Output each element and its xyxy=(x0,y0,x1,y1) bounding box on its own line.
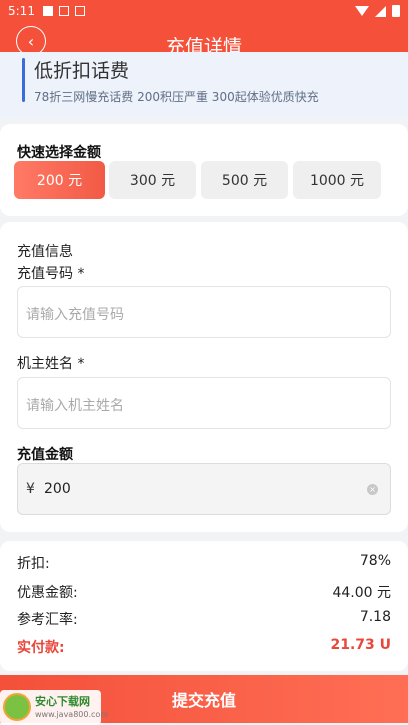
amount-option-200[interactable]: 200 元 xyxy=(14,161,105,199)
clear-icon[interactable]: × xyxy=(367,484,378,495)
watermark-text: 安心下载网 xyxy=(35,695,90,708)
recharge-amount-value: 200 xyxy=(44,481,71,497)
amount-option-1000[interactable]: 1000 元 xyxy=(293,161,381,199)
status-time: 5:11 xyxy=(8,4,35,18)
exchange-rate-row: 参考汇率: 7.18 xyxy=(17,609,391,629)
exchange-rate-label: 参考汇率: xyxy=(17,612,78,628)
nav-bar: ‹ 充值详情 xyxy=(0,22,408,58)
notification-icon xyxy=(42,6,53,16)
total-label: 实付款: xyxy=(17,640,65,656)
savings-row: 优惠金额: 44.00 元 xyxy=(17,582,391,602)
total-value: 21.73 U xyxy=(330,637,391,653)
recharge-amount-input[interactable]: ¥ 200 × xyxy=(17,463,391,515)
section-title: 充值信息 xyxy=(17,244,73,260)
summary-card: 折扣: 78% 优惠金额: 44.00 元 参考汇率: 7.18 实付款: 21… xyxy=(0,541,408,671)
watermark: 安心下载网 www.java800.com xyxy=(0,690,108,725)
total-row: 实付款: 21.73 U xyxy=(17,637,391,657)
battery-icon xyxy=(392,5,400,17)
phone-input[interactable]: 请输入充值号码 xyxy=(17,286,391,338)
recharge-info-card: 充值信息 充值号码 * 请输入充值号码 机主姓名 * 请输入机主姓名 充值金额 … xyxy=(0,222,408,532)
image-notification-icon xyxy=(74,6,85,16)
recharge-amount-label: 充值金额 xyxy=(17,447,73,463)
savings-value: 44.00 元 xyxy=(332,585,391,601)
quick-amount-card: 快速选择金额 200 元 300 元 500 元 1000 元 xyxy=(0,124,408,216)
phone-label: 充值号码 * xyxy=(17,266,85,282)
exchange-rate-value: 7.18 xyxy=(359,609,391,625)
promo-banner: 低折扣话费 78折三网慢充话费 200积压严重 300起体验优质快充 xyxy=(0,52,408,118)
app-notification-icon xyxy=(58,6,69,16)
discount-value: 78% xyxy=(359,553,391,569)
wifi-icon xyxy=(355,6,369,16)
watermark-url: www.java800.com xyxy=(35,710,109,719)
promo-subtitle: 78折三网慢充话费 200积压严重 300起体验优质快充 xyxy=(34,90,319,104)
owner-name-input[interactable]: 请输入机主姓名 xyxy=(17,377,391,429)
amount-option-500[interactable]: 500 元 xyxy=(201,161,288,199)
promo-title: 低折扣话费 xyxy=(34,60,130,82)
savings-label: 优惠金额: xyxy=(17,585,78,601)
currency-symbol: ¥ xyxy=(26,481,35,497)
quick-amount-label: 快速选择金额 xyxy=(17,145,101,161)
status-bar: 5:11 xyxy=(0,0,408,22)
cellular-signal-icon xyxy=(375,5,386,17)
discount-row: 折扣: 78% xyxy=(17,553,391,573)
accent-bar xyxy=(22,58,25,102)
watermark-logo-icon xyxy=(3,693,31,721)
amount-option-300[interactable]: 300 元 xyxy=(109,161,196,199)
phone-placeholder: 请输入充值号码 xyxy=(26,307,124,323)
discount-label: 折扣: xyxy=(17,556,50,572)
owner-name-label: 机主姓名 * xyxy=(17,356,85,372)
owner-name-placeholder: 请输入机主姓名 xyxy=(26,398,124,414)
